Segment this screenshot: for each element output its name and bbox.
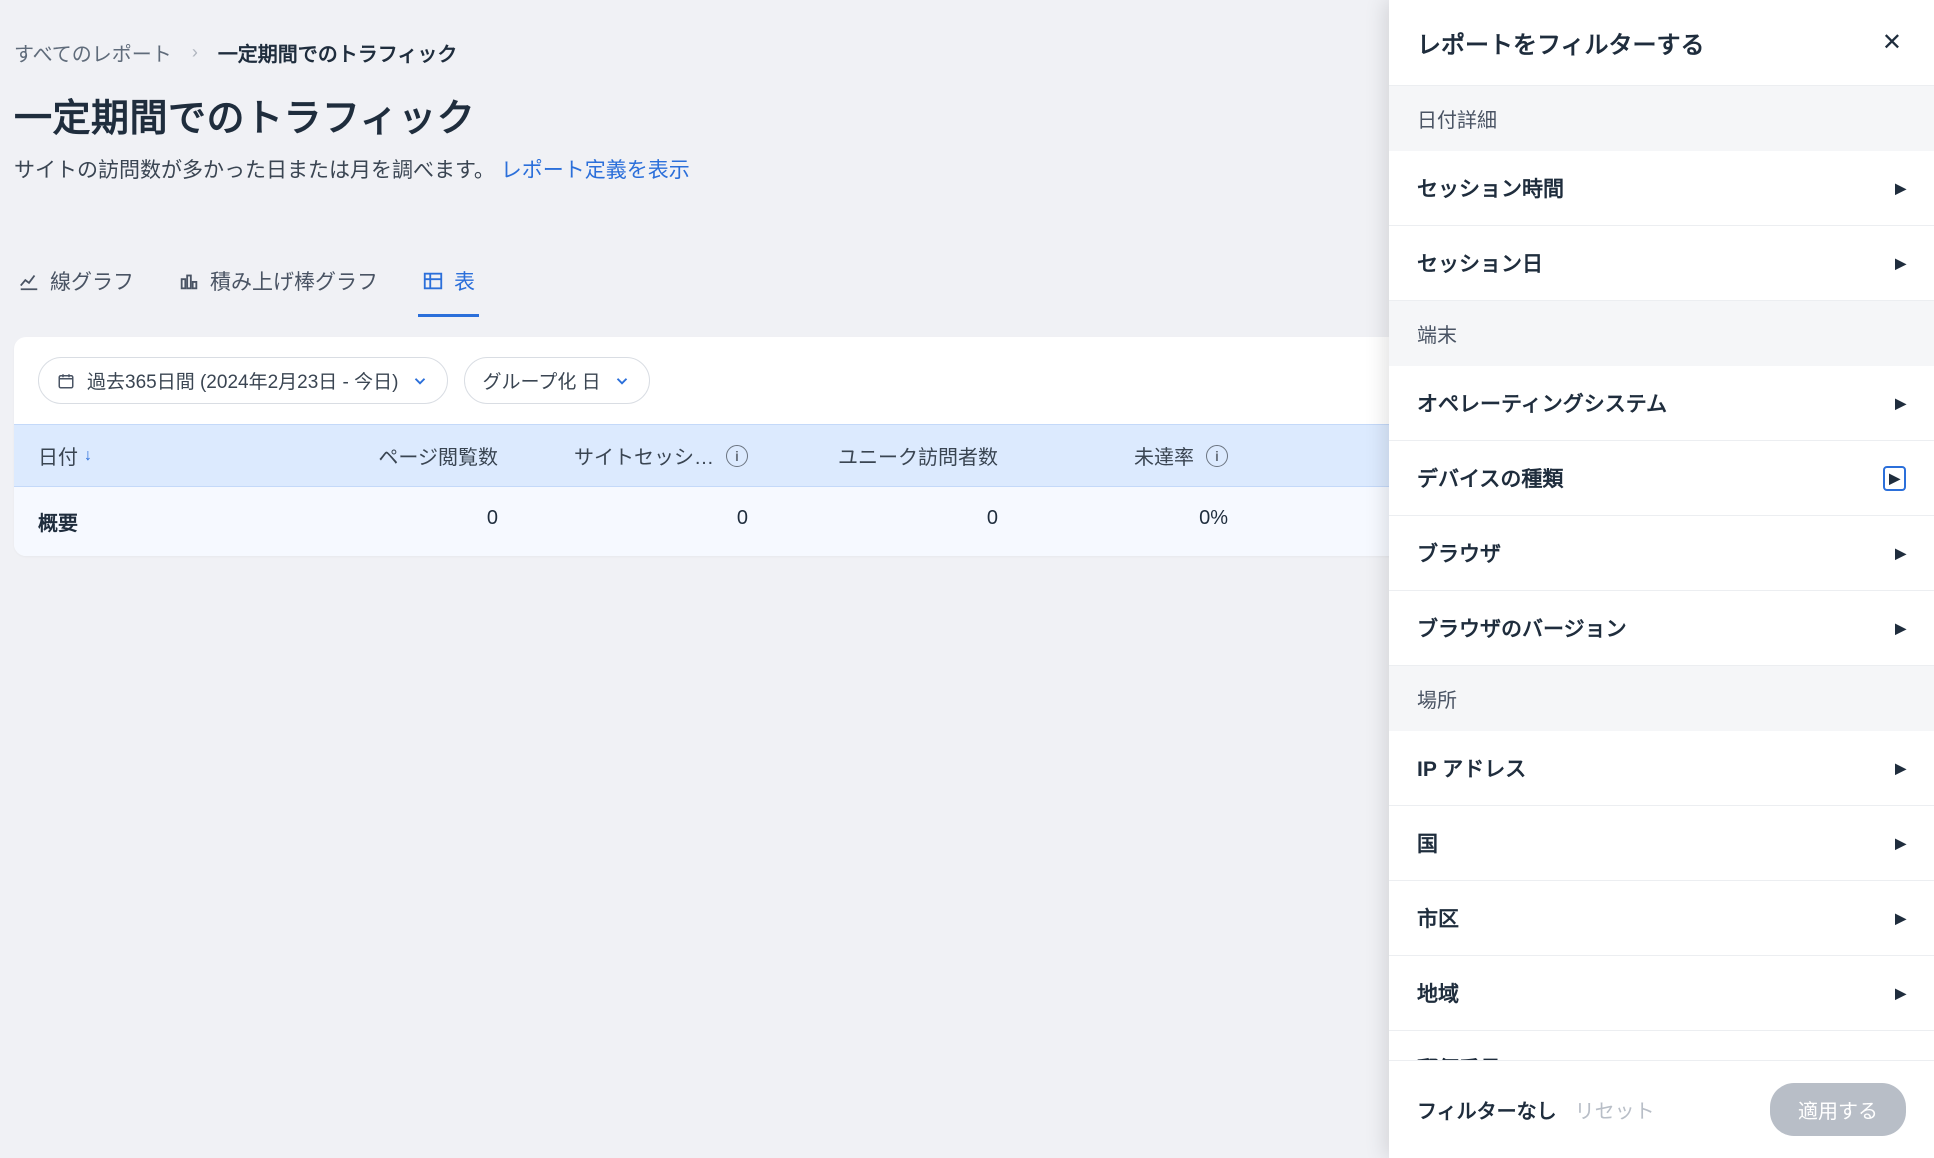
breadcrumb-root[interactable]: すべてのレポート	[14, 38, 172, 67]
table-icon	[422, 270, 444, 292]
cell-page-views: 0	[298, 507, 498, 536]
tab-stacked-label: 積み上げ棒グラフ	[210, 266, 378, 296]
tab-line-label: 線グラフ	[50, 266, 134, 296]
chevron-right-icon: ▶	[1895, 835, 1906, 852]
chevron-right-icon: ▶	[1883, 466, 1906, 491]
filter-panel: レポートをフィルターする ✕ 日付詳細 セッション時間 ▶ セッション日 ▶ 端…	[1389, 0, 1934, 1158]
section-device: 端末	[1389, 301, 1934, 366]
col-bounce-label: 未達率	[1134, 441, 1194, 470]
sort-down-icon: ↓	[84, 447, 92, 465]
filter-os-label: オペレーティングシステム	[1417, 388, 1667, 418]
chevron-right-icon: ▶	[1895, 910, 1906, 927]
col-sessions-label: サイトセッシ…	[574, 441, 714, 470]
col-sessions[interactable]: サイトセッシ… i	[498, 441, 748, 470]
date-range-select[interactable]: 過去365日間 (2024年2月23日 - 今日)	[38, 357, 448, 404]
filter-session-day-label: セッション日	[1417, 248, 1543, 278]
chevron-right-icon: ▶	[1895, 620, 1906, 637]
filter-browser-version[interactable]: ブラウザのバージョン ▶	[1389, 591, 1934, 666]
filter-session-time[interactable]: セッション時間 ▶	[1389, 151, 1934, 226]
col-unique-label: ユニーク訪問者数	[838, 441, 998, 470]
page-subtitle-text: サイトの訪問数が多かった日または月を調べます。	[14, 159, 495, 182]
reset-link[interactable]: リセット	[1575, 1095, 1655, 1124]
breadcrumb-current: 一定期間でのトラフィック	[218, 38, 458, 67]
page-title: 一定期間でのトラフィック	[14, 87, 1494, 142]
filter-panel-title: レポートをフィルターする	[1417, 25, 1705, 60]
section-location: 場所	[1389, 666, 1934, 731]
tab-line-chart[interactable]: 線グラフ	[14, 258, 138, 317]
chevron-right-icon: ▶	[1895, 985, 1906, 1002]
group-by-label: グループ化 日	[483, 367, 601, 394]
col-date[interactable]: 日付 ↓	[38, 441, 298, 470]
stacked-bar-icon	[178, 270, 200, 292]
cell-unique: 0	[748, 507, 998, 536]
cell-date: 概要	[38, 507, 298, 536]
chevron-right-icon: ▶	[1895, 545, 1906, 562]
chevron-right-icon: ›	[192, 42, 198, 63]
chevron-right-icon: ▶	[1895, 255, 1906, 272]
filter-session-day[interactable]: セッション日 ▶	[1389, 226, 1934, 301]
date-range-label: 過去365日間 (2024年2月23日 - 今日)	[87, 367, 399, 394]
tab-table-label: 表	[454, 266, 475, 296]
cell-sessions: 0	[498, 507, 748, 536]
filter-count: フィルターなし	[1417, 1095, 1557, 1124]
line-chart-icon	[18, 270, 40, 292]
filter-browser[interactable]: ブラウザ ▶	[1389, 516, 1934, 591]
filter-postal-label: 郵便番号	[1417, 1053, 1501, 1060]
close-button[interactable]: ✕	[1878, 24, 1906, 61]
chevron-right-icon: ▶	[1895, 760, 1906, 777]
section-date-detail: 日付詳細	[1389, 86, 1934, 151]
filter-browser-version-label: ブラウザのバージョン	[1417, 613, 1627, 643]
apply-button[interactable]: 適用する	[1770, 1083, 1906, 1136]
filter-postal[interactable]: 郵便番号 ▶	[1389, 1031, 1934, 1060]
filter-ip[interactable]: IP アドレス ▶	[1389, 731, 1934, 806]
filter-city-label: 市区	[1417, 903, 1459, 933]
filter-device-type[interactable]: デバイスの種類 ▶	[1389, 441, 1934, 516]
col-page-views[interactable]: ページ閲覧数	[298, 441, 498, 470]
tab-stacked-bar[interactable]: 積み上げ棒グラフ	[174, 258, 382, 317]
filter-session-time-label: セッション時間	[1417, 173, 1564, 203]
calendar-icon	[57, 372, 75, 390]
chart-tabs: 線グラフ 積み上げ棒グラフ 表	[14, 258, 479, 317]
col-bounce[interactable]: 未達率 i	[998, 441, 1228, 470]
filter-os[interactable]: オペレーティングシステム ▶	[1389, 366, 1934, 441]
col-page-views-label: ページ閲覧数	[378, 441, 498, 470]
chevron-down-icon	[411, 372, 429, 390]
page-subtitle: サイトの訪問数が多かった日または月を調べます。 レポート定義を表示	[14, 154, 1494, 184]
filter-region[interactable]: 地域 ▶	[1389, 956, 1934, 1031]
col-date-label: 日付	[38, 441, 78, 470]
filter-city[interactable]: 市区 ▶	[1389, 881, 1934, 956]
col-unique[interactable]: ユニーク訪問者数	[748, 441, 998, 470]
filter-ip-label: IP アドレス	[1417, 753, 1526, 783]
filter-country-label: 国	[1417, 828, 1438, 858]
close-icon: ✕	[1882, 29, 1902, 56]
info-icon[interactable]: i	[726, 445, 748, 467]
chevron-down-icon	[613, 372, 631, 390]
report-definition-link[interactable]: レポート定義を表示	[501, 159, 690, 182]
info-icon[interactable]: i	[1206, 445, 1228, 467]
filter-country[interactable]: 国 ▶	[1389, 806, 1934, 881]
tab-table[interactable]: 表	[418, 258, 479, 317]
filter-browser-label: ブラウザ	[1417, 538, 1501, 568]
group-by-select[interactable]: グループ化 日	[464, 357, 650, 404]
filter-region-label: 地域	[1417, 978, 1459, 1008]
filter-device-type-label: デバイスの種類	[1417, 463, 1563, 493]
cell-bounce: 0%	[998, 507, 1228, 536]
chevron-right-icon: ▶	[1895, 180, 1906, 197]
chevron-right-icon: ▶	[1895, 395, 1906, 412]
